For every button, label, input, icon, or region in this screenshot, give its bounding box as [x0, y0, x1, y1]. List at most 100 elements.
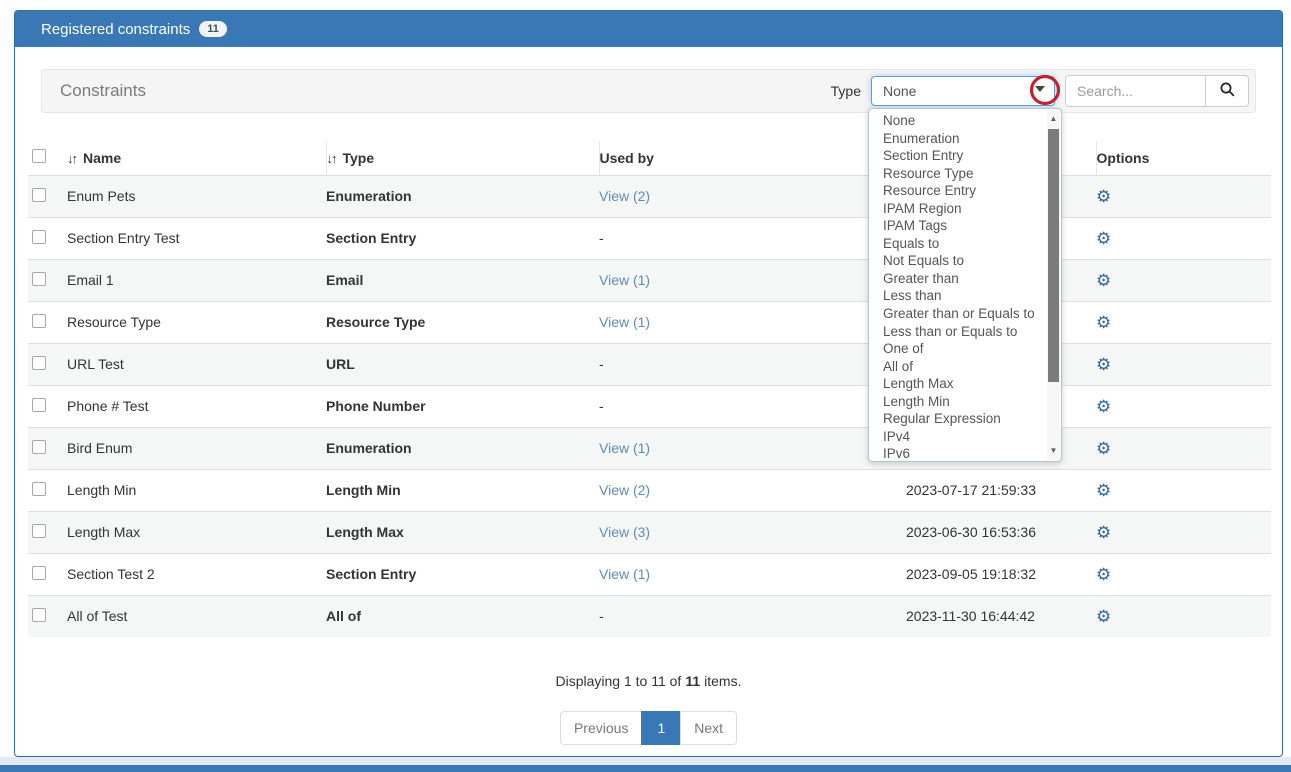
table-row: Bird Enum Enumeration View (1) ⚙: [28, 428, 1271, 470]
type-filter-option[interactable]: Section Entry: [869, 147, 1061, 165]
constraint-updated: 2023-07-17 21:59:33: [906, 470, 1096, 512]
type-filter-option[interactable]: Enumeration: [869, 130, 1061, 148]
row-checkbox[interactable]: [32, 608, 46, 622]
gear-icon[interactable]: ⚙: [1096, 525, 1111, 540]
next-panel-header-strip: [0, 765, 1291, 772]
gear-icon[interactable]: ⚙: [1096, 315, 1111, 330]
type-filter-option[interactable]: Less than or Equals to: [869, 323, 1061, 341]
dropdown-scrollbar[interactable]: ▲ ▼: [1047, 110, 1060, 460]
table-row: Resource Type Resource Type View (1) ⚙: [28, 302, 1271, 344]
used-by-view-link[interactable]: View (1): [599, 566, 650, 582]
type-filter-options: NoneEnumerationSection EntryResource Typ…: [869, 112, 1061, 462]
pagination-previous[interactable]: Previous: [560, 711, 642, 745]
pagination-page-1[interactable]: 1: [641, 711, 681, 745]
row-checkbox[interactable]: [32, 482, 46, 496]
chevron-down-icon[interactable]: [1035, 86, 1045, 92]
row-checkbox[interactable]: [32, 188, 46, 202]
constraint-name: Enum Pets: [67, 176, 326, 218]
constraint-type: Resource Type: [326, 302, 599, 344]
constraint-name: All of Test: [67, 596, 326, 638]
count-badge: 11: [199, 21, 227, 37]
items-summary: Displaying 1 to 11 of11items.: [15, 673, 1282, 689]
row-checkbox[interactable]: [32, 314, 46, 328]
gear-icon[interactable]: ⚙: [1096, 567, 1111, 582]
constraint-type: Email: [326, 260, 599, 302]
type-filter-option[interactable]: One of: [869, 340, 1061, 358]
row-checkbox[interactable]: [32, 566, 46, 580]
constraint-name: Bird Enum: [67, 428, 326, 470]
constraint-type: Section Entry: [326, 218, 599, 260]
page: Registered constraints 11 Constraints Ty…: [0, 0, 1291, 772]
select-all-checkbox[interactable]: [32, 149, 46, 163]
table-header-row: ↓↑Name ↓↑Type Used by Options: [28, 141, 1271, 176]
type-filter-option[interactable]: Resource Type: [869, 165, 1061, 183]
constraint-used-by: View (1): [599, 302, 906, 344]
type-filter-option[interactable]: IPv6: [869, 445, 1061, 462]
used-by-view-link[interactable]: View (2): [599, 482, 650, 498]
constraint-used-by: View (1): [599, 554, 906, 596]
constraint-updated: 2023-06-30 16:53:36: [906, 512, 1096, 554]
pagination-next[interactable]: Next: [680, 711, 737, 745]
type-filter-option[interactable]: Resource Entry: [869, 182, 1061, 200]
search-icon: [1219, 81, 1236, 101]
panel-header: Registered constraints 11: [15, 11, 1282, 47]
row-checkbox[interactable]: [32, 398, 46, 412]
type-filter-option[interactable]: Length Max: [869, 375, 1061, 393]
used-by-view-link[interactable]: View (1): [599, 314, 650, 330]
column-header-type[interactable]: ↓↑Type: [326, 141, 599, 176]
constraint-used-by: View (1): [599, 260, 906, 302]
constraint-updated: 2023-09-05 19:18:32: [906, 554, 1096, 596]
type-filter-option[interactable]: Length Min: [869, 393, 1061, 411]
scroll-down-icon[interactable]: ▼: [1047, 444, 1060, 458]
constraint-used-by: View (2): [599, 470, 906, 512]
registered-constraints-panel: Registered constraints 11 Constraints Ty…: [14, 10, 1283, 757]
constraint-name: Phone # Test: [67, 386, 326, 428]
table-toolbar: Constraints Type None: [41, 69, 1256, 113]
gear-icon[interactable]: ⚙: [1096, 609, 1111, 624]
gear-icon[interactable]: ⚙: [1096, 357, 1111, 372]
type-filter-option[interactable]: Not Equals to: [869, 252, 1061, 270]
sort-icon[interactable]: ↓↑: [327, 151, 336, 166]
used-by-view-link[interactable]: View (1): [599, 272, 650, 288]
type-filter-option[interactable]: IPAM Region: [869, 200, 1061, 218]
type-filter-option[interactable]: IPAM Tags: [869, 217, 1061, 235]
gear-icon[interactable]: ⚙: [1096, 189, 1111, 204]
gear-icon[interactable]: ⚙: [1096, 399, 1111, 414]
type-filter-dropdown: NoneEnumerationSection EntryResource Typ…: [868, 108, 1062, 462]
row-checkbox[interactable]: [32, 524, 46, 538]
sort-icon[interactable]: ↓↑: [67, 151, 76, 166]
table-row: URL Test URL - ⚙: [28, 344, 1271, 386]
used-by-view-link[interactable]: View (2): [599, 188, 650, 204]
table-row: Phone # Test Phone Number - ⚙: [28, 386, 1271, 428]
column-header-name[interactable]: ↓↑Name: [67, 141, 326, 176]
row-checkbox[interactable]: [32, 272, 46, 286]
gear-icon[interactable]: ⚙: [1096, 231, 1111, 246]
used-by-view-link[interactable]: View (1): [599, 440, 650, 456]
column-header-options: Options: [1096, 141, 1271, 176]
constraint-type: Length Max: [326, 512, 599, 554]
type-filter-option[interactable]: None: [869, 112, 1061, 130]
type-filter-option[interactable]: IPv4: [869, 428, 1061, 446]
type-filter-option[interactable]: Greater than: [869, 270, 1061, 288]
type-filter-select[interactable]: None: [871, 76, 1055, 106]
row-checkbox[interactable]: [32, 440, 46, 454]
used-by-view-link[interactable]: View (3): [599, 524, 650, 540]
type-filter-option[interactable]: Less than: [869, 287, 1061, 305]
gear-icon[interactable]: ⚙: [1096, 273, 1111, 288]
constraint-used-by: View (2): [599, 176, 906, 218]
scrollbar-thumb[interactable]: [1048, 129, 1059, 382]
row-checkbox[interactable]: [32, 230, 46, 244]
search-input[interactable]: [1065, 75, 1206, 107]
search-group: [1065, 75, 1249, 107]
gear-icon[interactable]: ⚙: [1096, 483, 1111, 498]
scroll-up-icon[interactable]: ▲: [1047, 112, 1060, 126]
type-filter-option[interactable]: Equals to: [869, 235, 1061, 253]
constraint-used-by: -: [599, 596, 906, 638]
type-filter-option[interactable]: Greater than or Equals to: [869, 305, 1061, 323]
type-filter-option[interactable]: All of: [869, 358, 1061, 376]
row-checkbox[interactable]: [32, 356, 46, 370]
constraint-name: Length Max: [67, 512, 326, 554]
gear-icon[interactable]: ⚙: [1096, 441, 1111, 456]
search-button[interactable]: [1205, 75, 1249, 107]
type-filter-option[interactable]: Regular Expression: [869, 410, 1061, 428]
